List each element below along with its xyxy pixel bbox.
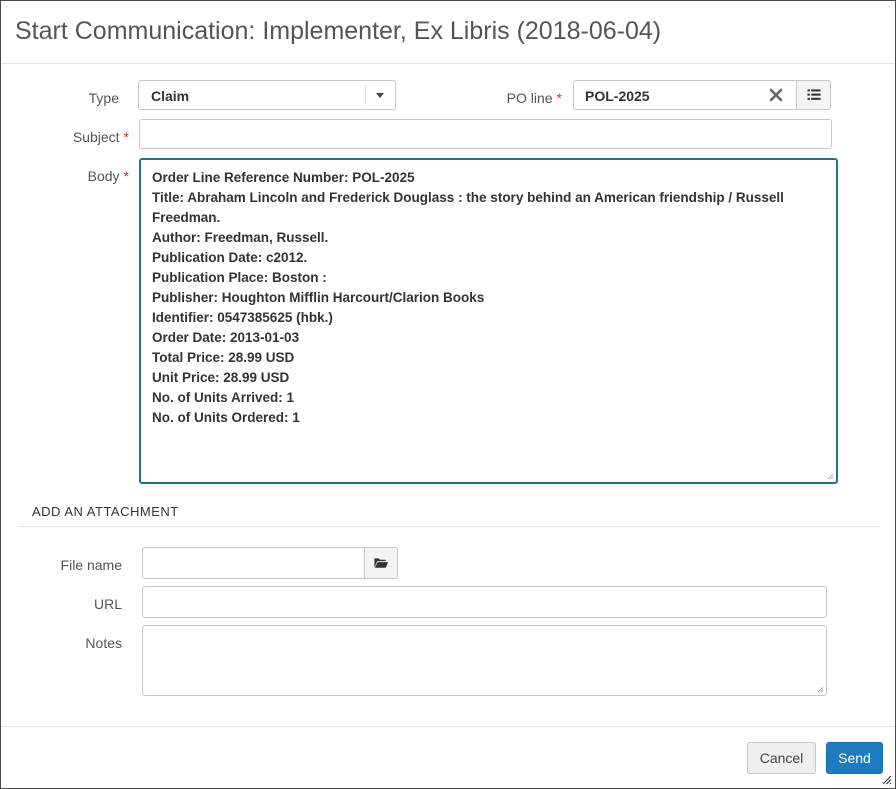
resize-grip-icon[interactable] [827,473,834,480]
body-line: Publication Date: c2012. [152,250,308,265]
url-label: URL [93,596,122,612]
body-textarea[interactable]: Order Line Reference Number: POL-2025 Ti… [139,158,838,484]
po-line-list-button[interactable] [796,80,831,110]
body-line: Title: Abraham Lincoln and Frederick Dou… [152,190,784,225]
po-line-label-text: PO line [506,90,553,106]
dialog-resize-icon[interactable] [882,775,892,785]
notes-textarea[interactable] [142,625,827,696]
body-line: Order Line Reference Number: POL-2025 [152,170,415,185]
folder-icon [374,558,389,568]
body-label: Body * [41,168,129,184]
subject-label: Subject * [41,129,129,145]
attachment-section-title: ADD AN ATTACHMENT [32,504,179,519]
dialog-header: Start Communication: Implementer, Ex Lib… [1,1,895,64]
required-marker: * [556,90,562,106]
type-select-value: Claim [151,88,190,104]
type-label-text: Type [88,90,119,106]
body-line: Unit Price: 28.99 USD [152,370,290,385]
body-line: Identifier: 0547385625 (hbk.) [152,310,333,325]
type-select[interactable]: Claim [138,80,396,110]
body-line: Publisher: Houghton Mifflin Harcourt/Cla… [152,290,485,305]
start-communication-dialog: Start Communication: Implementer, Ex Lib… [0,0,896,789]
body-content: Order Line Reference Number: POL-2025 Ti… [152,168,822,428]
body-line: Publication Place: Boston : [152,270,327,285]
subject-input[interactable] [139,119,832,149]
file-name-label: File name [60,557,122,573]
body-line: Author: Freedman, Russell. [152,230,329,245]
browse-file-button[interactable] [364,547,398,579]
subject-label-text: Subject [72,129,120,145]
close-icon[interactable] [767,86,785,104]
resize-grip-icon[interactable] [817,686,824,693]
required-marker: * [123,129,129,145]
body-line: No. of Units Ordered: 1 [152,410,300,425]
type-label: Type [61,90,119,106]
po-line-label: PO line * [471,90,562,106]
url-input[interactable] [142,586,827,618]
body-line: No. of Units Arrived: 1 [152,390,295,405]
dialog-title: Start Communication: Implementer, Ex Lib… [15,17,662,45]
footer-divider [1,726,895,727]
po-line-value: POL-2025 [585,88,650,104]
required-marker: * [123,168,129,184]
list-icon [807,89,821,100]
select-divider [365,85,366,105]
send-button[interactable]: Send [826,742,883,774]
notes-label: Notes [85,635,122,651]
section-divider [18,526,880,527]
po-line-field[interactable]: POL-2025 [573,80,831,110]
file-name-input[interactable] [142,547,398,579]
body-line: Order Date: 2013-01-03 [152,330,300,345]
body-label-text: Body [87,168,120,184]
chevron-down-icon[interactable] [376,93,384,98]
body-line: Total Price: 28.99 USD [152,350,295,365]
cancel-button[interactable]: Cancel [747,742,816,774]
